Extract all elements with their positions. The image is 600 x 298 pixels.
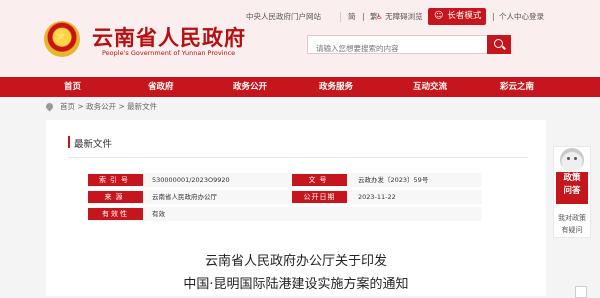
location-pin-icon <box>44 101 55 112</box>
breadcrumb-separator: > <box>118 102 125 111</box>
policy-qa-line2: 问答 <box>563 186 581 196</box>
index-value: 530000001/2023O9920 <box>152 176 230 184</box>
nav-item-gov-affairs-open[interactable]: 政务公开 <box>233 77 267 97</box>
breadcrumb-home[interactable]: 首页 <box>60 102 75 111</box>
divider <box>68 157 528 158</box>
site-subtitle: People's Government of Yunnan Province <box>102 49 236 57</box>
nav-item-gov-services[interactable]: 政务服务 <box>319 77 353 97</box>
divider <box>340 12 341 22</box>
nav-item-home[interactable]: 首页 <box>64 77 81 97</box>
accessibility-icon: ♿ <box>376 12 383 21</box>
policy-qa-line1: 政策 <box>563 173 581 183</box>
mascot-icon <box>560 148 584 172</box>
personal-center-link[interactable]: 个人中心登录 <box>499 10 544 24</box>
doc-no-label: 文号 <box>292 174 347 186</box>
search-input[interactable] <box>314 43 478 54</box>
back-to-top-button[interactable] <box>575 286 587 298</box>
document-title-line2: 中国·昆明国际陆港建设实施方案的通知 <box>183 277 409 292</box>
divider-bar: | <box>362 12 365 21</box>
accessibility-label: 无障碍浏览 <box>385 12 423 21</box>
accessibility-link[interactable]: ♿ 无障碍浏览 <box>376 10 423 24</box>
document-title-line1: 云南省人民政府办公厅关于印发 <box>204 254 387 269</box>
doc-no-value: 云政办发〔2023〕59号 <box>358 176 429 184</box>
policy-qa-button[interactable]: 政策 问答 <box>556 172 588 204</box>
card-title: 最新文件 <box>74 139 113 150</box>
date-value: 2023-11-22 <box>358 193 396 201</box>
ask-line1: 我对政策 <box>558 214 586 222</box>
validity-value: 有效 <box>152 210 165 218</box>
info-row <box>88 207 482 221</box>
validity-label: 有效性 <box>88 208 143 220</box>
nav-item-province-gov[interactable]: 省政府 <box>148 77 174 97</box>
breadcrumb-separator: > <box>77 102 84 111</box>
elder-mode-button[interactable]: ☺ 长者模式 <box>428 8 486 25</box>
info-row <box>88 190 482 204</box>
divider-bar: | <box>492 12 495 21</box>
source-value: 云南省人民政府办公厅 <box>152 193 217 201</box>
main-nav: 首页 省政府 政务公开 政务服务 互动交流 彩云之南 <box>0 77 600 97</box>
index-label: 索引号 <box>88 174 143 186</box>
date-label: 公开日期 <box>292 191 347 203</box>
nav-item-interaction[interactable]: 互动交流 <box>413 77 447 97</box>
search-button[interactable] <box>487 35 511 54</box>
breadcrumb-current: 最新文件 <box>127 102 158 111</box>
title-accent-bar <box>68 136 70 148</box>
central-portal-link[interactable]: 中央人民政府门户网站 <box>246 10 321 24</box>
nav-item-colorful-yunnan[interactable]: 彩云之南 <box>500 77 534 97</box>
site-title[interactable]: 云南省人民政府 <box>92 22 246 52</box>
simplified-link[interactable]: 简 <box>348 10 356 24</box>
breadcrumb: 首页 > 政务公开 > 最新文件 <box>44 101 158 113</box>
ask-line2: 有疑问 <box>561 226 583 234</box>
source-label: 来源 <box>88 191 143 203</box>
search-box <box>307 35 487 54</box>
elder-mode-label: 长者模式 <box>447 11 482 21</box>
elder-icon: ☺ <box>434 11 444 21</box>
breadcrumb-section[interactable]: 政务公开 <box>86 102 116 111</box>
ask-question-link[interactable]: 我对政策 有疑问 <box>553 212 591 236</box>
national-emblem-icon[interactable]: ★ <box>44 21 80 57</box>
